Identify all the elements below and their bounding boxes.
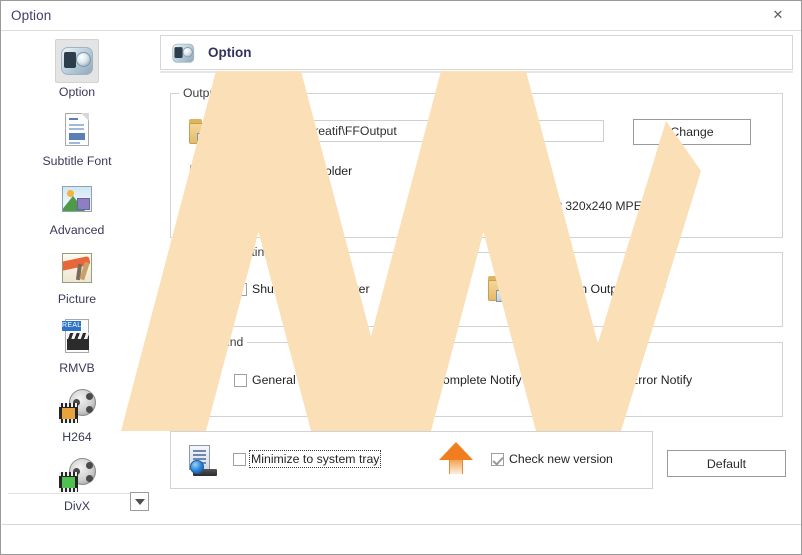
sidebar-item-label: Advanced bbox=[49, 223, 105, 237]
window-title: Option bbox=[11, 8, 52, 23]
general-operation-checkbox[interactable] bbox=[234, 373, 247, 387]
up-arrow-icon bbox=[439, 442, 473, 474]
sidebar-item-label: H264 bbox=[62, 430, 92, 444]
title-bar: Option ✕ bbox=[1, 1, 801, 31]
shut-down-computer-checkbox-row[interactable]: Shut Down Computer bbox=[234, 282, 370, 296]
h264-icon bbox=[56, 385, 98, 427]
shut-down-computer-label: Shut Down Computer bbox=[252, 282, 370, 296]
sidebar-scroll-down-button[interactable] bbox=[130, 492, 149, 511]
check-new-version-checkbox[interactable] bbox=[491, 452, 504, 466]
output-folder-group: Output Folder Change Output to source fi… bbox=[170, 86, 783, 238]
subtitle-font-icon bbox=[56, 109, 98, 151]
output-to-source-checkbox-row[interactable]: Output to source file folder bbox=[190, 164, 352, 178]
append-setting-name-label: Append setting name bbox=[208, 197, 325, 211]
error-notify-checkbox-row[interactable]: Error Notify bbox=[612, 373, 692, 387]
open-output-folder-checkbox[interactable] bbox=[539, 282, 552, 296]
sidebar-item-picture[interactable]: Picture bbox=[2, 238, 152, 307]
system-tray-icon bbox=[187, 444, 217, 476]
option-icon bbox=[56, 40, 98, 82]
sidebar-item-h264[interactable]: H264 bbox=[2, 376, 152, 445]
category-list: Option Subtitle Font Advanced Picture RE… bbox=[2, 31, 152, 524]
shut-down-computer-checkbox[interactable] bbox=[234, 282, 247, 296]
output-path-input[interactable] bbox=[234, 120, 604, 142]
advanced-icon bbox=[56, 178, 98, 220]
error-notify-label: Error Notify bbox=[630, 373, 693, 387]
folder-icon bbox=[189, 119, 219, 145]
append-example-text: Name.avi -> Name [PSP 320x240 MPEG4].avi bbox=[429, 199, 681, 213]
sound-bars-icon bbox=[188, 361, 218, 389]
output-to-source-label: Output to source file folder bbox=[208, 164, 353, 178]
rmvb-icon: REAL bbox=[56, 316, 98, 358]
misc-group: Minimize to system tray Check new versio… bbox=[170, 431, 653, 489]
complete-notify-checkbox[interactable] bbox=[416, 373, 429, 387]
sidebar-item-subtitle-font[interactable]: Subtitle Font bbox=[2, 100, 152, 169]
sidebar-item-rmvb[interactable]: REAL RMVB bbox=[2, 307, 152, 376]
check-new-version-checkbox-row[interactable]: Check new version bbox=[491, 452, 613, 466]
option-dialog-window: Option ✕ Option Subtitle Font Advanced P… bbox=[0, 0, 802, 555]
open-output-folder-checkbox-row[interactable]: Open Output Folder bbox=[539, 282, 666, 296]
sidebar-item-option[interactable]: Option bbox=[2, 31, 152, 100]
gui-sound-group: GUI Sound General Operation Complete Not… bbox=[170, 335, 783, 417]
general-operation-checkbox-row[interactable]: General Operation bbox=[234, 373, 353, 387]
sidebar-item-advanced[interactable]: Advanced bbox=[2, 169, 152, 238]
group-title: After Converting bbox=[179, 245, 276, 259]
group-title: Output Folder bbox=[179, 86, 262, 100]
divx-icon bbox=[56, 454, 98, 496]
change-folder-button[interactable]: Change bbox=[633, 119, 751, 145]
check-new-version-label: Check new version bbox=[509, 452, 613, 466]
sidebar-item-label: Picture bbox=[57, 292, 97, 306]
close-button[interactable]: ✕ bbox=[755, 1, 801, 30]
sidebar-item-label: Option bbox=[58, 85, 96, 99]
close-icon: ✕ bbox=[772, 8, 784, 23]
complete-notify-checkbox-row[interactable]: Complete Notify bbox=[416, 373, 521, 387]
folder-icon bbox=[488, 276, 518, 302]
page-header: Option bbox=[160, 35, 793, 70]
category-sidebar[interactable]: Option Subtitle Font Advanced Picture RE… bbox=[2, 31, 152, 524]
complete-notify-label: Complete Notify bbox=[434, 373, 522, 387]
general-operation-label: General Operation bbox=[252, 373, 354, 387]
output-to-source-checkbox[interactable] bbox=[190, 164, 203, 178]
after-converting-group: After Converting Shut Down Computer Open… bbox=[170, 245, 783, 327]
content-panel: Option Output Folder Change Output to so… bbox=[152, 31, 801, 524]
append-setting-name-checkbox-row[interactable]: Append setting name bbox=[190, 197, 324, 211]
option-icon bbox=[169, 39, 197, 67]
default-button[interactable]: Default bbox=[667, 450, 786, 477]
group-title: GUI Sound bbox=[179, 335, 248, 349]
sidebar-item-label: Subtitle Font bbox=[42, 154, 112, 168]
chevron-down-icon bbox=[134, 498, 145, 505]
picture-icon bbox=[56, 247, 98, 289]
sidebar-divider bbox=[8, 493, 146, 494]
sidebar-item-label: RMVB bbox=[59, 361, 95, 375]
page-title: Option bbox=[208, 45, 252, 60]
sidebar-item-xvid[interactable]: Xvid bbox=[2, 514, 152, 524]
header-underline bbox=[160, 71, 793, 73]
minimize-to-tray-checkbox-row[interactable]: Minimize to system tray bbox=[233, 450, 382, 468]
dialog-footer: OK Cancel Apply bbox=[2, 524, 801, 554]
open-output-folder-label: Open Output Folder bbox=[557, 282, 666, 296]
power-icon bbox=[188, 273, 220, 305]
minimize-to-tray-label: Minimize to system tray bbox=[248, 450, 382, 468]
minimize-to-tray-checkbox[interactable] bbox=[233, 452, 246, 466]
error-notify-checkbox[interactable] bbox=[612, 373, 625, 387]
append-setting-name-checkbox[interactable] bbox=[190, 197, 203, 211]
